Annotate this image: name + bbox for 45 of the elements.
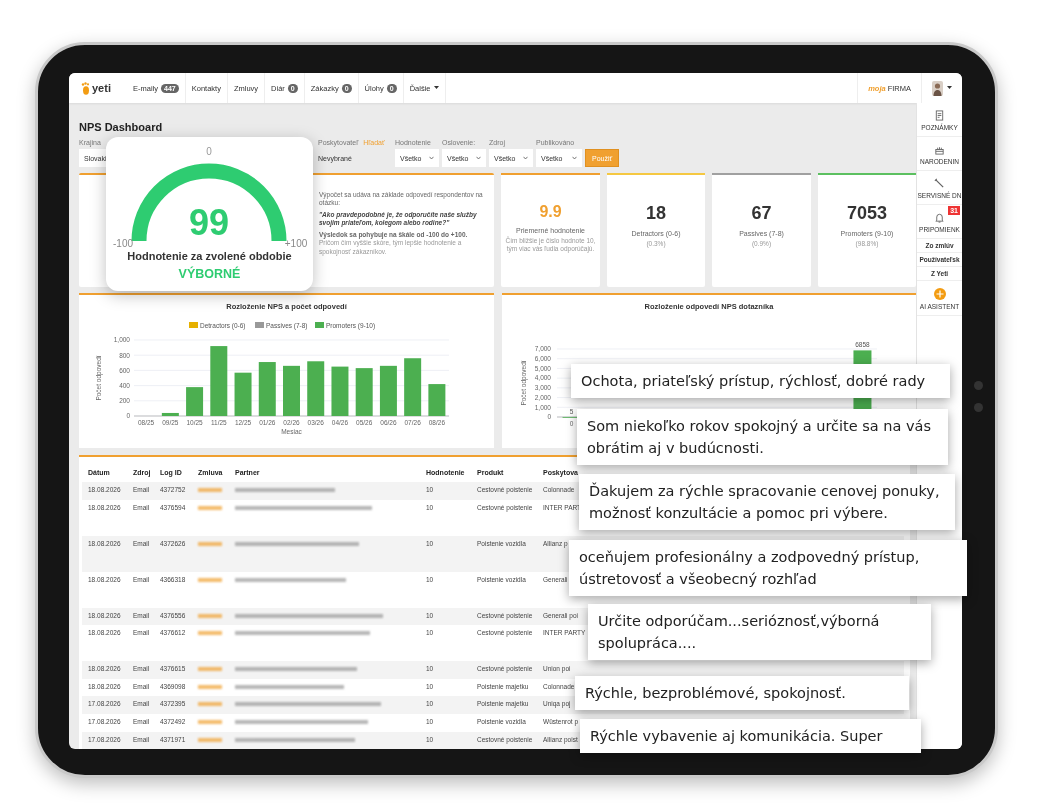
quote-toast: Ďakujem za rýchle spracovanie cenovej ponuky, možnosť konzultácie a pomoc pri výbere. — [579, 474, 955, 530]
bell-icon — [934, 212, 945, 223]
page-title: NPS Dashboard — [79, 121, 164, 133]
caret-icon[interactable] — [947, 86, 952, 90]
stat-value: 67 — [751, 203, 772, 224]
sparkle-icon — [933, 288, 946, 300]
sensor-icon — [974, 403, 983, 412]
gauge-label: +100 — [284, 238, 308, 249]
quote-toast: Ochota, priateľský prístup, rýchlosť, dobré rady — [571, 364, 950, 398]
blurred-text — [198, 719, 222, 724]
camera-icon — [974, 381, 983, 390]
avatar-icon[interactable] — [932, 80, 943, 96]
notes-icon — [934, 110, 945, 121]
foot-icon — [81, 81, 90, 95]
wrench-icon — [934, 178, 945, 189]
blurred-text — [198, 667, 222, 672]
blurred-text — [198, 702, 222, 707]
blurred-text — [198, 613, 222, 618]
blurred-text — [198, 684, 222, 689]
gauge-label: -100 — [113, 238, 133, 249]
blurred-text — [198, 505, 222, 510]
cake-icon — [934, 144, 945, 155]
quote-toast: oceňujem profesionálny a zodpovedný prístup, ústretovosť a všeobecný rozhľad — [569, 540, 967, 596]
score-value: 99 — [189, 202, 229, 243]
quote-toast: Som niekoľko rokov spokojný a určite sa na vás obrátim aj v budúcnosti. — [577, 409, 948, 465]
quote-toast: Rýchle, bezproblémové, spokojnosť. — [575, 676, 909, 710]
rating-text: VÝBORNÉ — [178, 267, 241, 281]
stat-value: 7053 — [846, 203, 887, 224]
stat-value: 18 — [646, 203, 666, 224]
blurred-text — [198, 737, 222, 742]
blurred-text — [198, 541, 222, 546]
blurred-text — [198, 577, 222, 582]
gauge-label: 0 — [206, 146, 212, 157]
gauge-title: Hodnotenie za zvolené obdobie — [127, 249, 292, 263]
chevron-down-icon — [429, 156, 434, 160]
quote-toast: Určite odporúčam...serióznosť,výborná spolupráca.... — [588, 604, 931, 660]
stat-value: 9.9 — [539, 203, 562, 221]
blurred-text — [198, 631, 222, 636]
chevron-down-icon — [572, 156, 577, 160]
chevron-down-icon — [476, 156, 481, 160]
logo-text[interactable]: yeti — [92, 82, 111, 94]
blurred-text — [198, 488, 222, 492]
quote-toast: Rýchle vybavenie aj komunikácia. Super — [580, 719, 921, 753]
caret-icon — [433, 86, 439, 90]
chevron-down-icon — [523, 156, 528, 160]
